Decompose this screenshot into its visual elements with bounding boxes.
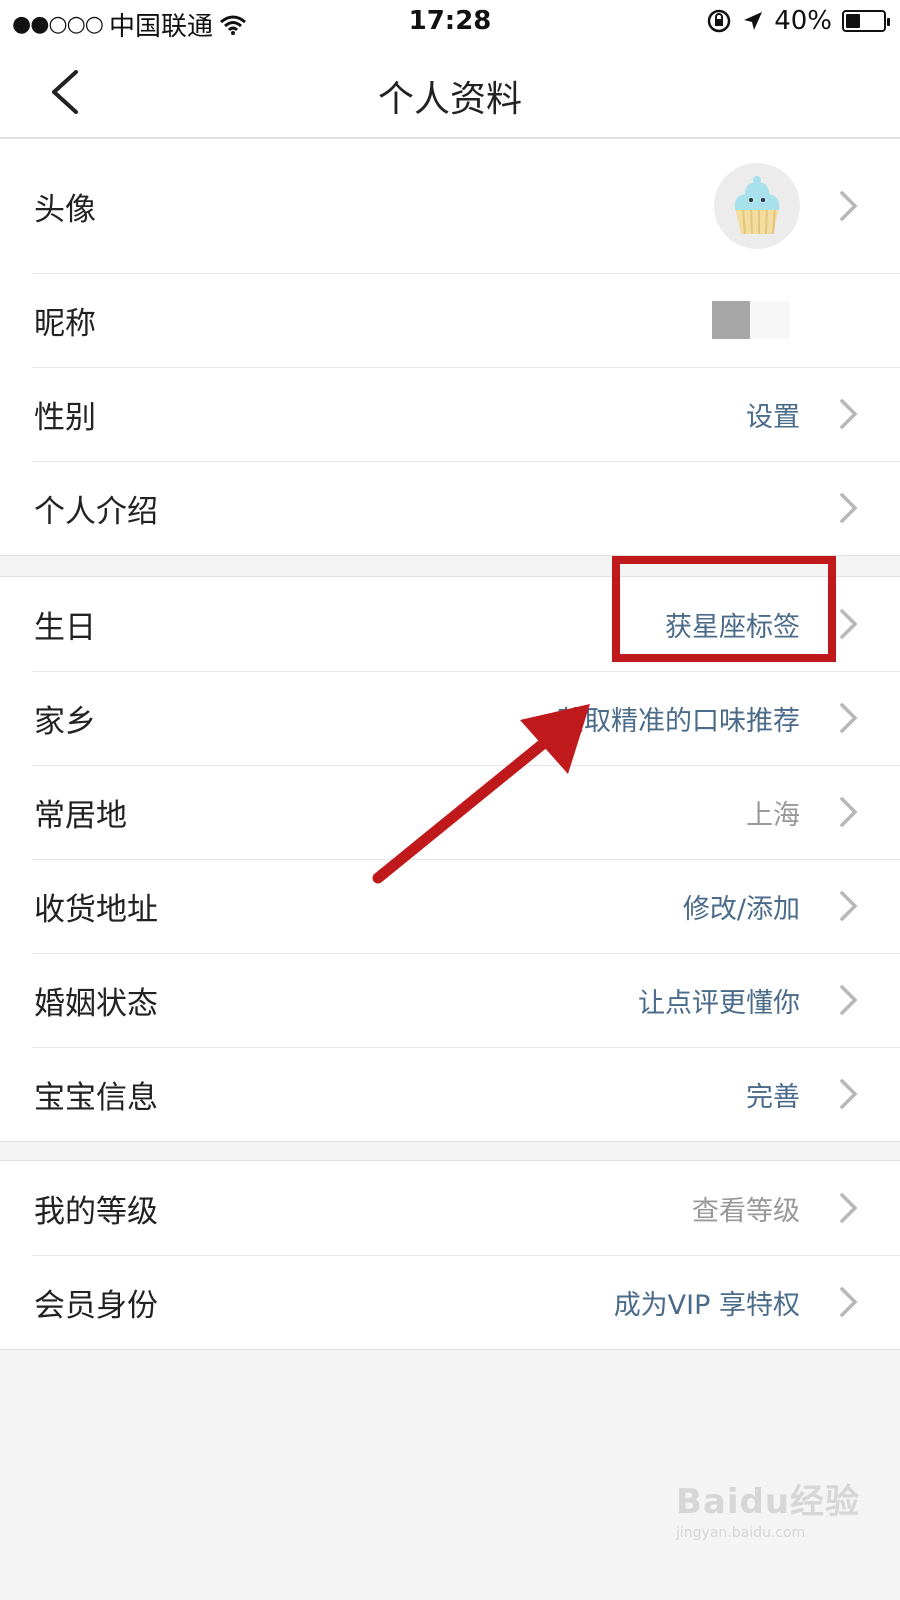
page-title: 个人资料 [377, 79, 522, 120]
battery-percent: 40% [774, 6, 832, 36]
baidu-watermark: Baidu经验 jingyan.baidu.com [676, 1474, 876, 1564]
row-label: 我的等级 [34, 1193, 158, 1230]
chevron-right-icon [840, 191, 858, 221]
row-avatar[interactable]: 头像 [0, 139, 900, 273]
avatar[interactable] [714, 163, 800, 249]
row-value: 设置 [746, 401, 800, 433]
status-right: 40% [706, 6, 890, 36]
row-level[interactable]: 我的等级 查看等级 [0, 1161, 900, 1255]
row-label: 昵称 [34, 305, 96, 342]
row-hometown[interactable]: 家乡 获取精准的口味推荐 [0, 671, 900, 765]
location-arrow-icon [744, 12, 763, 30]
row-label: 常居地 [34, 797, 127, 834]
chevron-right-icon [840, 493, 858, 523]
chevron-right-icon [840, 703, 858, 733]
row-label: 会员身份 [34, 1287, 158, 1324]
row-value: 成为VIP 享特权 [613, 1289, 800, 1321]
battery-level [846, 14, 861, 28]
profile-membership-section: 我的等级 查看等级 会员身份 成为VIP 享特权 [0, 1160, 900, 1350]
row-label: 性别 [34, 399, 96, 436]
chevron-right-icon [840, 985, 858, 1015]
chevron-right-icon [840, 1193, 858, 1223]
row-gender[interactable]: 性别 设置 [0, 367, 900, 461]
status-bar: ●●○○○ 中国联通 17:28 40% [0, 0, 900, 46]
chevron-right-icon [840, 797, 858, 827]
navigation-bar: 个人资料 [0, 46, 900, 138]
row-vip[interactable]: 会员身份 成为VIP 享特权 [0, 1255, 900, 1349]
row-label: 收货地址 [34, 891, 158, 928]
chevron-right-icon [840, 891, 858, 921]
row-nickname[interactable]: 昵称 [0, 273, 900, 367]
chevron-right-icon [840, 399, 858, 429]
chevron-right-icon [840, 609, 858, 639]
row-value: 上海 [746, 799, 800, 831]
chevron-right-icon [840, 1287, 858, 1317]
watermark-url: jingyan.baidu.com [676, 1525, 806, 1541]
row-label: 宝宝信息 [34, 1079, 158, 1116]
row-intro[interactable]: 个人介绍 [0, 461, 900, 555]
nickname-redacted-light [750, 301, 790, 339]
row-label: 生日 [34, 609, 96, 646]
profile-basic-section: 头像 昵称 性别 设置 个人介绍 [0, 138, 900, 556]
row-label: 家乡 [34, 703, 96, 740]
row-marital[interactable]: 婚姻状态 让点评更懂你 [0, 953, 900, 1047]
cupcake-icon [734, 176, 780, 235]
row-label: 头像 [34, 191, 96, 228]
row-birthday[interactable]: 生日 获星座标签 [0, 577, 900, 671]
row-address[interactable]: 收货地址 修改/添加 [0, 859, 900, 953]
row-label: 个人介绍 [34, 493, 158, 530]
row-value: 修改/添加 [682, 893, 800, 925]
row-value: 获星座标签 [665, 611, 800, 643]
chevron-right-icon [840, 1079, 858, 1109]
nickname-redacted [712, 301, 750, 339]
row-value: 获取精准的口味推荐 [557, 705, 800, 737]
row-value: 完善 [746, 1081, 800, 1113]
rotation-lock-icon [707, 9, 731, 33]
row-value: 让点评更懂你 [638, 987, 800, 1019]
row-residence[interactable]: 常居地 上海 [0, 765, 900, 859]
row-label: 婚姻状态 [34, 985, 158, 1022]
row-baby[interactable]: 宝宝信息 完善 [0, 1047, 900, 1141]
row-value: 查看等级 [692, 1195, 800, 1227]
watermark-logo-text: Baidu经验 [676, 1482, 861, 1522]
battery-icon [842, 10, 890, 32]
profile-detail-section: 生日 获星座标签 家乡 获取精准的口味推荐 常居地 上海 收货地址 修改/添加 … [0, 576, 900, 1142]
